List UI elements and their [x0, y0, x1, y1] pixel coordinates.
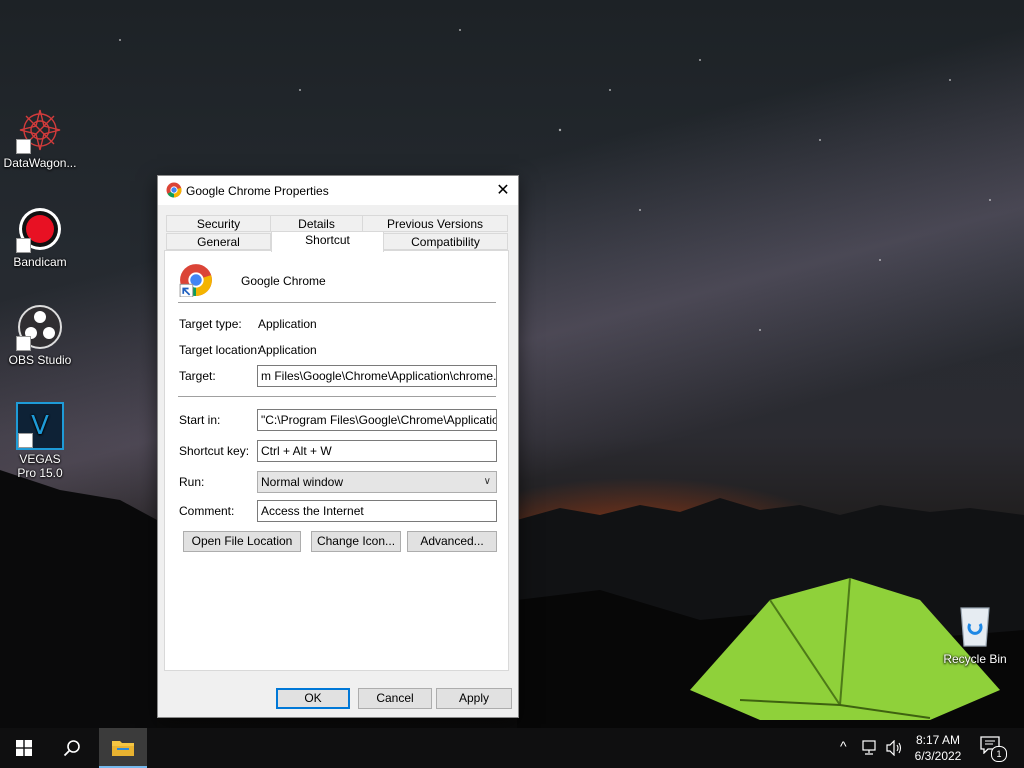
- tab-details[interactable]: Details: [270, 215, 363, 232]
- shortcut-arrow-icon: [18, 433, 33, 448]
- tab-shortcut[interactable]: Shortcut: [271, 231, 384, 252]
- tab-general[interactable]: General: [166, 233, 271, 250]
- taskbar-file-explorer[interactable]: [99, 728, 147, 768]
- notification-badge: 1: [991, 746, 1007, 762]
- vegas-icon: V: [16, 402, 64, 450]
- left-mountain: [0, 470, 157, 728]
- divider: [178, 302, 496, 303]
- network-icon[interactable]: [862, 740, 880, 759]
- shortcut-arrow-icon: [16, 336, 31, 351]
- run-select-value: Normal window: [261, 475, 344, 489]
- chrome-icon: [166, 182, 182, 201]
- run-select[interactable]: Normal window ∨: [257, 471, 497, 493]
- desktop-icon-obs[interactable]: OBS Studio: [0, 303, 80, 367]
- dialog-titlebar[interactable]: Google Chrome Properties ✕: [158, 176, 518, 205]
- tab-compatibility[interactable]: Compatibility: [383, 233, 508, 250]
- start-in-field[interactable]: "C:\Program Files\Google\Chrome\Applicat…: [257, 409, 497, 431]
- shortcut-arrow-icon: [16, 238, 31, 253]
- vegas-glyph: V: [31, 411, 49, 441]
- chrome-app-icon: [179, 263, 213, 300]
- target-type-value: Application: [258, 317, 317, 331]
- shortcut-arrow-icon: [16, 139, 31, 154]
- target-location-value: Application: [258, 343, 317, 357]
- shortcut-key-field[interactable]: Ctrl + Alt + W: [257, 440, 497, 462]
- clock-date: 6/3/2022: [914, 749, 962, 763]
- obs-icon: [16, 303, 64, 351]
- bandicam-icon: [16, 205, 64, 253]
- app-name: Google Chrome: [241, 274, 326, 288]
- datawagon-icon: [16, 106, 64, 154]
- taskbar: ^ 8:17 AM 6/3/2022 1: [0, 728, 1024, 768]
- open-file-location-button[interactable]: Open File Location: [183, 531, 301, 552]
- volume-icon[interactable]: [886, 739, 904, 759]
- target-field[interactable]: m Files\Google\Chrome\Application\chrome…: [257, 365, 497, 387]
- start-button[interactable]: [0, 728, 48, 768]
- search-icon: [63, 740, 80, 757]
- tab-security[interactable]: Security: [166, 215, 271, 232]
- comment-label: Comment:: [179, 504, 235, 518]
- target-label: Target:: [179, 369, 216, 383]
- show-hidden-icons-button[interactable]: ^: [840, 738, 847, 754]
- desktop-icon-label: Recycle Bin: [943, 652, 1007, 666]
- target-location-label: Target location:: [179, 343, 261, 357]
- comment-field[interactable]: Access the Internet: [257, 500, 497, 522]
- recycle-bin-icon: [951, 602, 999, 650]
- clock[interactable]: 8:17 AM 6/3/2022: [905, 732, 971, 764]
- close-button[interactable]: ✕: [488, 176, 518, 205]
- apply-button[interactable]: Apply: [436, 688, 512, 709]
- divider: [178, 396, 496, 397]
- desktop-icon-vegas[interactable]: V VEGAS Pro 15.0: [0, 402, 80, 480]
- clock-time: 8:17 AM: [915, 733, 961, 747]
- start-in-label: Start in:: [179, 413, 221, 427]
- run-label: Run:: [179, 475, 205, 489]
- target-type-label: Target type:: [179, 317, 242, 331]
- search-button[interactable]: [48, 728, 96, 768]
- desktop-icon-bandicam[interactable]: Bandicam: [0, 205, 80, 269]
- desktop-icon-label: VEGAS Pro 15.0: [17, 452, 63, 480]
- chevron-down-icon: ∨: [483, 476, 491, 487]
- shortcut-key-label: Shortcut key:: [179, 444, 250, 458]
- desktop-icon-label: DataWagon...: [3, 156, 77, 170]
- desktop-icon-datawagon[interactable]: DataWagon...: [0, 106, 80, 170]
- folder-icon: [112, 741, 134, 756]
- advanced-button[interactable]: Advanced...: [407, 531, 497, 552]
- desktop-icon-label: Bandicam: [13, 255, 67, 269]
- action-center-button[interactable]: 1: [980, 736, 1007, 762]
- desktop-icon-recycle-bin[interactable]: Recycle Bin: [935, 602, 1015, 666]
- ok-button[interactable]: OK: [276, 688, 350, 709]
- shortcut-panel: Google Chrome Target type: Application T…: [164, 250, 509, 671]
- dialog-title: Google Chrome Properties: [186, 184, 329, 198]
- change-icon-button[interactable]: Change Icon...: [311, 531, 401, 552]
- tab-previous-versions[interactable]: Previous Versions: [362, 215, 508, 232]
- cancel-button[interactable]: Cancel: [358, 688, 432, 709]
- desktop-icon-label: OBS Studio: [8, 353, 72, 367]
- close-icon: ✕: [496, 182, 510, 199]
- windows-start-icon: [16, 740, 32, 756]
- properties-dialog: Google Chrome Properties ✕ Security Deta…: [157, 175, 519, 718]
